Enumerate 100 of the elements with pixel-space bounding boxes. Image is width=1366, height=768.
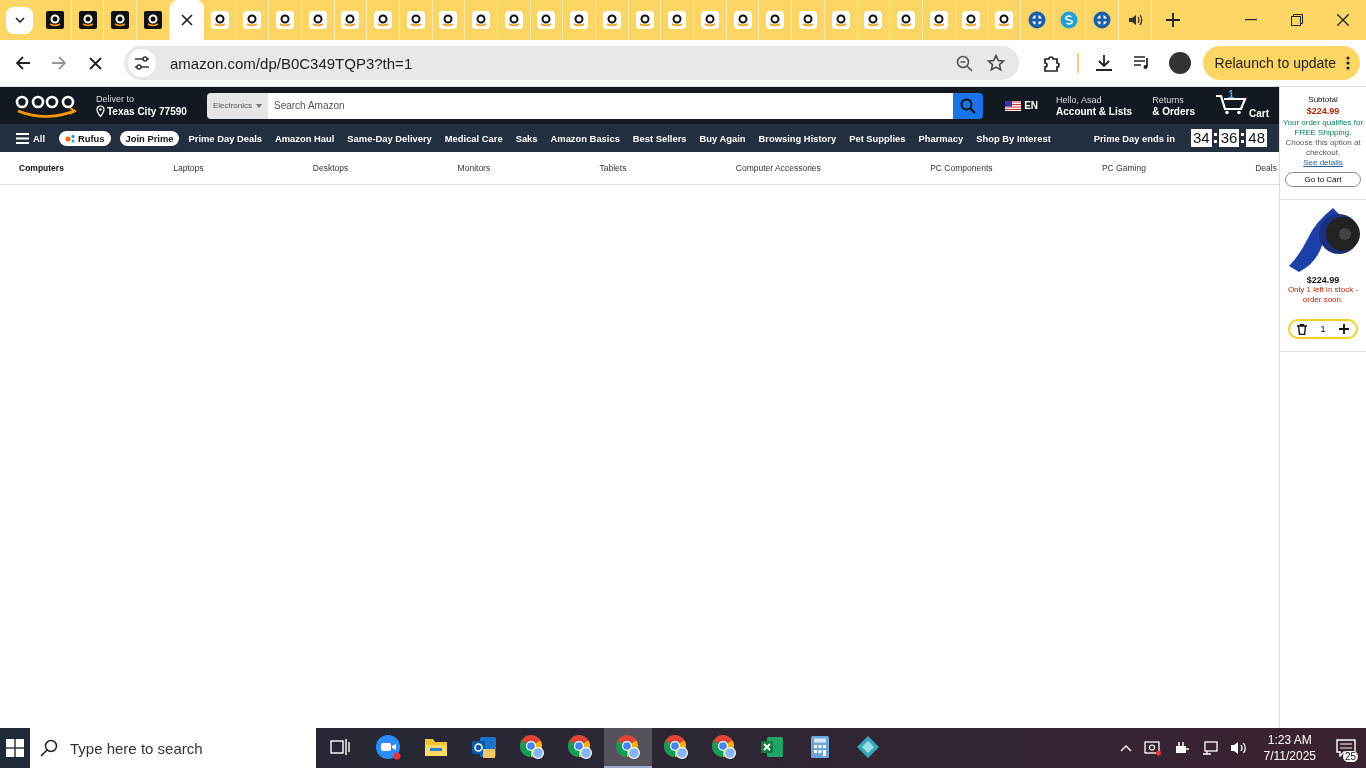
subtotal-label: Subtotal bbox=[1308, 95, 1338, 105]
language-selector[interactable]: EN bbox=[1005, 100, 1039, 111]
address-bar[interactable]: amazon.com/dp/B0C349TQP3?th=1 bbox=[124, 46, 1019, 80]
plus-icon[interactable] bbox=[1339, 324, 1350, 334]
forward-arrow-icon bbox=[51, 55, 67, 71]
search-field[interactable]: Search Amazon bbox=[268, 92, 954, 119]
amazon-favicon-icon bbox=[700, 11, 719, 29]
amazon-favicon-icon bbox=[308, 11, 327, 29]
mail-app-icon bbox=[471, 735, 497, 759]
zoom-out-icon[interactable] bbox=[955, 54, 973, 72]
amazon-favicon-icon bbox=[798, 11, 817, 29]
volume-icon[interactable] bbox=[1229, 740, 1248, 756]
taskbar-app[interactable] bbox=[604, 728, 652, 768]
relaunch-button[interactable]: Relaunch to update bbox=[1202, 46, 1360, 80]
category-link[interactable]: Computers bbox=[19, 163, 64, 173]
taskbar-clock[interactable]: 1:23 AM 7/11/2025 bbox=[1263, 732, 1316, 764]
search-button[interactable] bbox=[953, 92, 984, 119]
network-icon[interactable] bbox=[1201, 741, 1218, 755]
account-greeting: Hello, Asad bbox=[1056, 94, 1103, 106]
download-icon[interactable] bbox=[1094, 54, 1113, 72]
cross-favicon-icon bbox=[1093, 11, 1112, 29]
search-category-dropdown[interactable]: Electronics bbox=[206, 92, 268, 119]
taskbar-search-field[interactable]: Type here to search bbox=[30, 728, 316, 768]
amazon-favicon-icon bbox=[537, 11, 556, 29]
rufus-button[interactable]: Rufus bbox=[59, 130, 111, 146]
category-link[interactable]: Monitors bbox=[457, 163, 491, 173]
nav-link[interactable]: Pet Supplies bbox=[849, 132, 906, 144]
tab-list-button[interactable] bbox=[6, 6, 33, 34]
subtotal-amount: $224.99 bbox=[1306, 106, 1340, 116]
nav-link[interactable]: Browsing History bbox=[758, 132, 837, 144]
nav-link[interactable]: Pharmacy bbox=[918, 132, 964, 144]
nav-link[interactable]: Best Sellers bbox=[632, 132, 687, 144]
nav-link[interactable]: Amazon Haul bbox=[274, 132, 335, 144]
amazon-favicon-icon bbox=[733, 11, 752, 29]
amazon-favicon-icon bbox=[275, 11, 294, 29]
timer-separator-icon bbox=[1213, 133, 1217, 143]
amazon-favicon-icon bbox=[962, 11, 981, 29]
amazon-favicon-icon bbox=[78, 11, 97, 29]
search-icon bbox=[40, 739, 58, 757]
close-icon bbox=[88, 56, 102, 70]
amazon-favicon-icon bbox=[210, 11, 229, 29]
nav-link[interactable]: Shop By Interest bbox=[976, 132, 1051, 144]
category-link[interactable]: Tablets bbox=[599, 163, 627, 173]
task-view-icon bbox=[330, 738, 350, 756]
cart-label[interactable]: Cart bbox=[1249, 107, 1269, 119]
browser-app-icon bbox=[663, 734, 689, 760]
diamond-app-icon bbox=[856, 735, 880, 759]
menu-icon bbox=[16, 132, 29, 144]
minimize-icon bbox=[1245, 19, 1257, 21]
countdown-digits: 48 bbox=[1246, 129, 1267, 147]
quantity-stepper[interactable]: 1 bbox=[1288, 319, 1358, 339]
power-plug-icon[interactable] bbox=[1173, 741, 1190, 755]
category-link[interactable]: Computer Accessories bbox=[735, 163, 821, 173]
camera-icon[interactable] bbox=[1143, 740, 1162, 756]
join-prime-button[interactable]: Join Prime bbox=[119, 130, 180, 146]
account-lists-link[interactable]: Account & Lists bbox=[1056, 105, 1133, 117]
category-link[interactable]: Desktops bbox=[312, 163, 349, 173]
close-icon[interactable] bbox=[180, 14, 193, 26]
media-queue-icon[interactable] bbox=[1132, 55, 1151, 71]
amazon-favicon-icon bbox=[897, 11, 916, 29]
category-link[interactable]: PC Components bbox=[930, 163, 993, 173]
close-icon bbox=[1337, 14, 1349, 26]
checkout-note: Choose this option at checkout. bbox=[1284, 138, 1362, 158]
timer-separator-icon bbox=[1241, 133, 1245, 143]
amazon-favicon-icon bbox=[929, 11, 948, 29]
returns-label: Returns bbox=[1152, 94, 1185, 106]
cross-favicon-icon bbox=[1027, 11, 1046, 29]
site-settings-icon[interactable] bbox=[128, 49, 156, 77]
puzzle-piece-icon[interactable] bbox=[1042, 54, 1061, 72]
nav-link[interactable]: Medical Care bbox=[444, 132, 503, 144]
all-menu-button[interactable]: All bbox=[16, 132, 45, 144]
chevron-down-icon bbox=[14, 17, 25, 23]
amazon-favicon-icon bbox=[143, 11, 162, 29]
amazon-favicon-icon bbox=[570, 11, 589, 29]
item-price: $224.99 bbox=[1306, 275, 1340, 285]
notifications-button[interactable]: 25 bbox=[1326, 728, 1366, 768]
see-details-link[interactable]: See details bbox=[1303, 158, 1343, 168]
category-link[interactable]: Laptops bbox=[173, 163, 204, 173]
browser-app-icon bbox=[519, 734, 545, 760]
windows-start-icon[interactable] bbox=[6, 739, 24, 757]
amazon-favicon-icon bbox=[45, 11, 64, 29]
orders-link[interactable]: & Orders bbox=[1152, 105, 1195, 117]
nav-link[interactable]: Same-Day Delivery bbox=[347, 132, 432, 144]
nav-link[interactable]: Buy Again bbox=[699, 132, 746, 144]
nav-link[interactable]: Saks bbox=[515, 132, 538, 144]
amazon-favicon-icon bbox=[341, 11, 360, 29]
trash-icon[interactable] bbox=[1296, 323, 1307, 335]
bookmark-star-icon[interactable] bbox=[986, 54, 1005, 72]
cart-icon[interactable] bbox=[1215, 92, 1247, 115]
calculator-icon bbox=[810, 735, 830, 759]
nav-link[interactable]: Amazon Basics bbox=[550, 132, 620, 144]
folder-icon bbox=[424, 737, 448, 757]
caret-icon bbox=[256, 103, 262, 108]
chevron-up-icon[interactable] bbox=[1119, 744, 1132, 752]
category-link[interactable]: Deals bbox=[1255, 163, 1277, 173]
delivery-location[interactable]: Texas City 77590 bbox=[107, 105, 187, 117]
profile-avatar[interactable] bbox=[1168, 52, 1191, 74]
nav-link[interactable]: Prime Day Deals bbox=[188, 132, 262, 144]
category-link[interactable]: PC Gaming bbox=[1101, 163, 1146, 173]
go-to-cart-button[interactable]: Go to Cart bbox=[1285, 172, 1361, 187]
